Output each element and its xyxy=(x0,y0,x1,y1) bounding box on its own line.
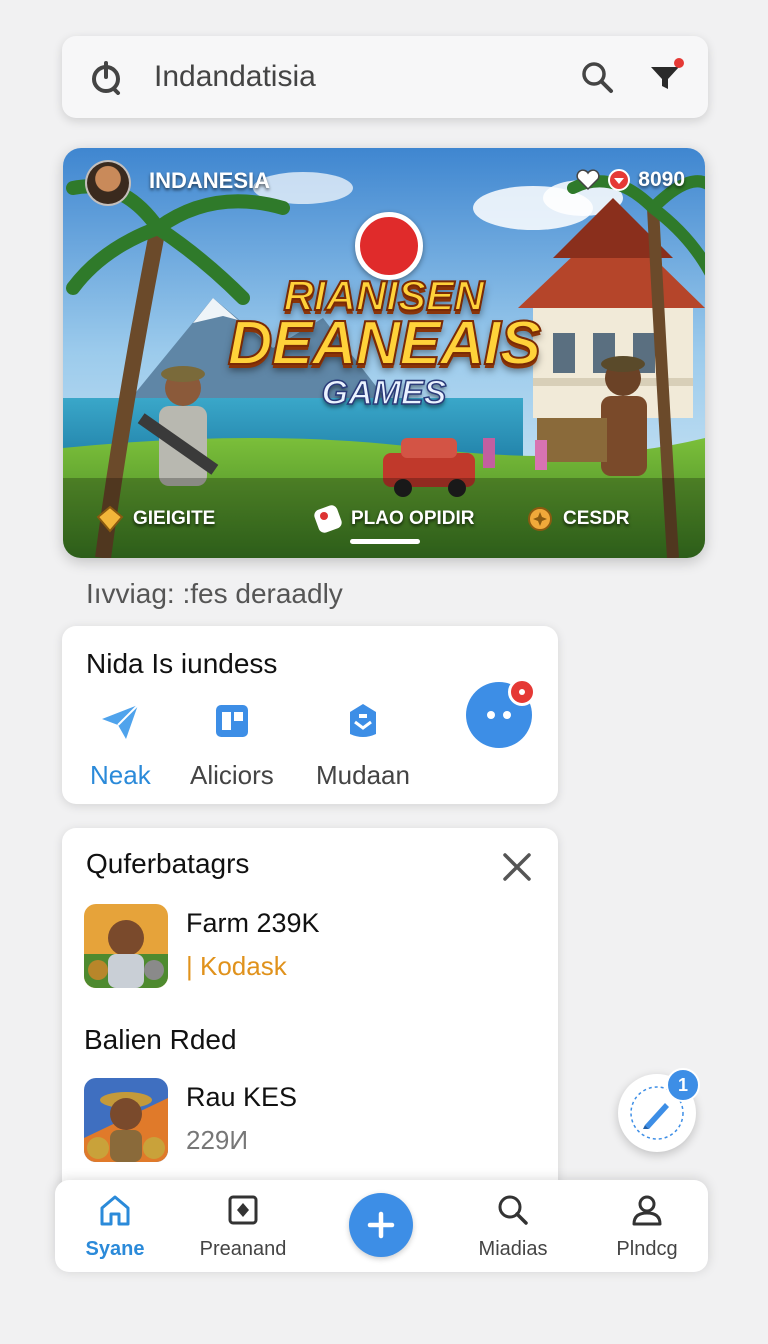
search-button[interactable] xyxy=(576,56,618,98)
more-dot-icon xyxy=(503,711,511,719)
section-title: Balien Rded xyxy=(84,1024,237,1055)
nav-item-home[interactable]: Syane xyxy=(55,1190,175,1261)
game-meta: 229И xyxy=(186,1125,249,1155)
action-neak-label: Neak xyxy=(90,760,151,790)
banner-chip-2[interactable]: PLAO OPIDIR xyxy=(313,504,475,534)
nav-item-home-label: Syane xyxy=(85,1238,145,1260)
recommendations-card: Quferbatagrs Farm 239K | Kodask Balien R… xyxy=(62,828,558,1228)
quick-actions-card: Nida Is iundess Neak Aliciors Mudaan xyxy=(62,626,558,804)
stats-value: 8090 xyxy=(638,168,685,191)
search-icon xyxy=(493,1190,533,1230)
banner-page-indicator[interactable] xyxy=(350,539,420,544)
app-logo-icon xyxy=(92,61,120,95)
nav-item-profile[interactable]: Plndcg xyxy=(587,1190,707,1261)
search-bar[interactable]: Indandatisia xyxy=(62,36,708,118)
gem-icon xyxy=(608,169,631,191)
nav-item-bookmark[interactable]: Preanand xyxy=(183,1190,303,1261)
close-icon[interactable] xyxy=(500,850,534,884)
bookmark-icon xyxy=(223,1190,263,1230)
game-item[interactable]: Farm 239K | Kodask xyxy=(84,904,320,988)
game-meta: | Kodask xyxy=(186,951,287,981)
game-name: Rau KES xyxy=(186,1082,298,1112)
compose-badge: 1 xyxy=(666,1068,700,1102)
add-button[interactable] xyxy=(349,1193,413,1257)
plus-icon xyxy=(367,1211,395,1239)
banner-chip-3[interactable]: CESDR xyxy=(525,504,630,534)
search-input[interactable]: Indandatisia xyxy=(154,60,550,94)
banner-chip-3-label: CESDR xyxy=(563,508,630,529)
game-logo-line2: DEANEAIS xyxy=(227,308,542,379)
region-label: INDANESIA xyxy=(149,168,271,193)
bottom-navigation: Syane Preanand Miadias Plndcg xyxy=(55,1180,708,1272)
search-icon xyxy=(582,62,613,93)
more-dot-icon xyxy=(487,711,495,719)
notification-dot xyxy=(674,58,684,68)
more-actions-badge xyxy=(508,678,536,706)
featured-banner[interactable]: INDANESIA 8090 RIANISEN DEANEAIS GAMES G… xyxy=(63,148,705,558)
action-neak[interactable]: Neak xyxy=(90,698,151,791)
game-thumbnail xyxy=(84,904,168,988)
banner-chip-2-label: PLAO OPIDIR xyxy=(351,508,475,529)
recommendations-title: Quferbatagrs xyxy=(86,848,250,879)
game-logo-line3: GAMES xyxy=(321,373,447,413)
quick-actions-title: Nida Is iundess xyxy=(86,648,278,679)
profile-icon xyxy=(627,1190,667,1230)
tag-icon xyxy=(314,505,342,533)
diamond-icon xyxy=(96,505,124,533)
heart-icon xyxy=(576,169,600,191)
nav-item-profile-label: Plndcg xyxy=(616,1238,678,1260)
coin-icon xyxy=(528,507,552,531)
banner-stats: 8090 xyxy=(576,168,685,192)
game-item[interactable]: Rau KES 229И xyxy=(84,1078,297,1162)
action-mudaan[interactable]: Mudaan xyxy=(316,698,410,791)
document-icon xyxy=(209,698,255,744)
bag-icon xyxy=(340,698,386,744)
paper-plane-icon xyxy=(97,698,143,744)
game-thumbnail xyxy=(84,1078,168,1162)
banner-chip-1[interactable]: GIEIGITE xyxy=(95,504,215,534)
banner-chip-1-label: GIEIGITE xyxy=(133,508,216,529)
action-aliciors-label: Aliciors xyxy=(190,760,274,790)
nav-item-bookmark-label: Preanand xyxy=(199,1238,287,1260)
game-logo-emblem xyxy=(355,212,423,280)
region-avatar xyxy=(85,160,131,206)
action-aliciors[interactable]: Aliciors xyxy=(190,698,274,791)
nav-item-search-label: Miadias xyxy=(478,1238,548,1260)
game-name: Farm 239K xyxy=(186,908,320,938)
action-mudaan-label: Mudaan xyxy=(316,760,410,790)
section-subtitle: Iıvviag: :fes deraadly xyxy=(86,578,343,609)
nav-item-search[interactable]: Miadias xyxy=(453,1190,573,1261)
home-icon xyxy=(95,1190,135,1230)
filter-button[interactable] xyxy=(644,56,686,98)
